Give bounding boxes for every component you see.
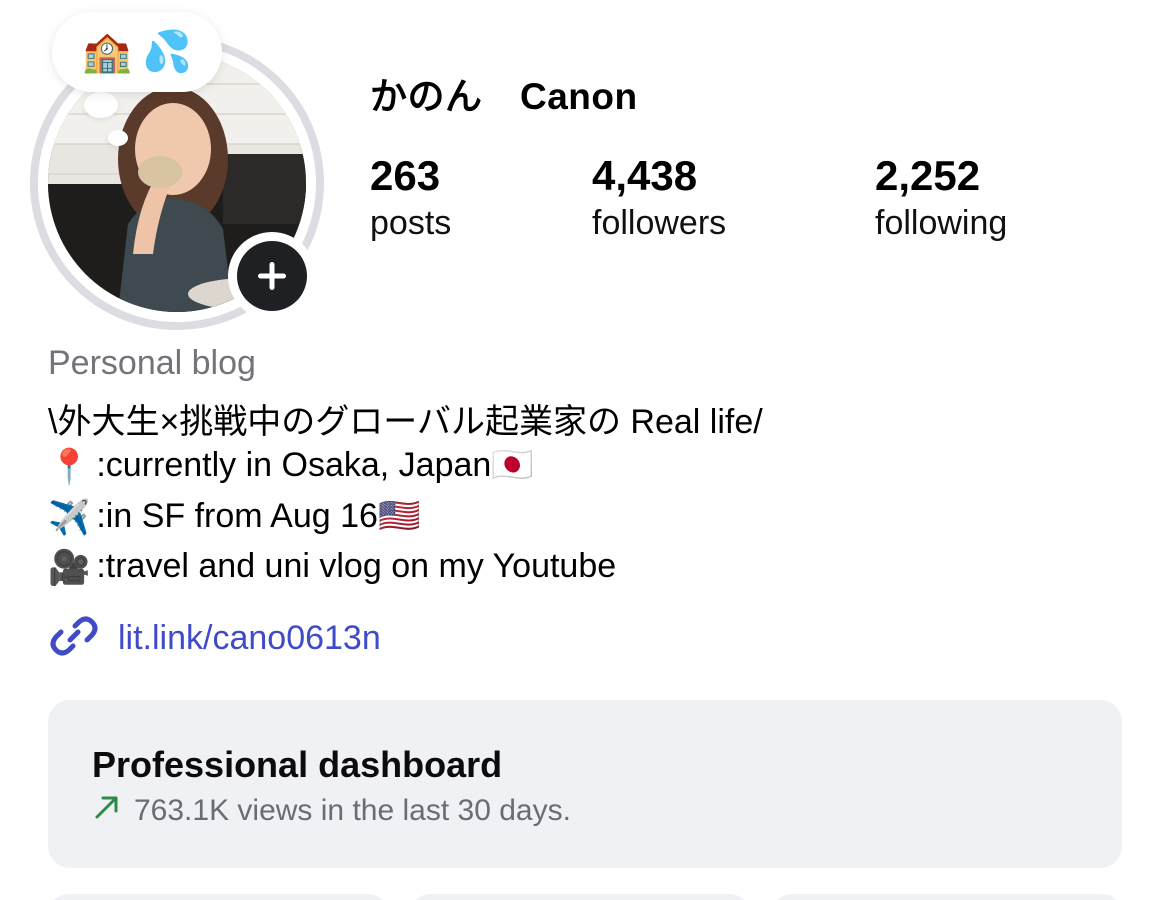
us-flag-icon: 🇺🇸: [377, 497, 421, 535]
dashboard-title: Professional dashboard: [92, 744, 503, 785]
following-label: following: [875, 204, 1008, 242]
bio-link[interactable]: lit.link/cano0613n: [48, 610, 381, 667]
pin-icon: 📍: [48, 448, 91, 487]
dashboard-subtitle-row: 763.1K views in the last 30 days.: [92, 792, 571, 830]
followers-label: followers: [592, 204, 727, 242]
link-icon: [48, 610, 100, 667]
bio-link-text[interactable]: lit.link/cano0613n: [118, 619, 381, 658]
stat-posts[interactable]: 263 posts: [370, 150, 451, 244]
share-profile-button[interactable]: [410, 894, 750, 900]
posts-count: 263: [370, 152, 441, 199]
stat-followers[interactable]: 4,438 followers: [592, 150, 726, 244]
note-bubble-tail-small: [108, 130, 128, 146]
note-bubble[interactable]: 🏫 💦: [52, 12, 222, 92]
trend-up-arrow-icon: [92, 792, 122, 830]
followers-count: 4,438: [592, 152, 698, 199]
dashboard-subtitle: 763.1K views in the last 30 days.: [134, 794, 571, 827]
bio-line-1: \外大生×挑戦中のグローバル起業家の Real life/: [48, 394, 763, 443]
profile-page: 🏫 💦 かのん Canon 263 posts 4,438 followers …: [0, 0, 1170, 900]
following-count: 2,252: [875, 152, 981, 199]
professional-dashboard-card[interactable]: Professional dashboard 763.1K views in t…: [48, 700, 1122, 868]
edit-profile-button[interactable]: [48, 894, 388, 900]
profile-category: Personal blog: [48, 344, 256, 382]
japan-flag-icon: 🇯🇵: [491, 446, 534, 484]
airplane-icon: ✈️: [48, 499, 91, 538]
bio-line-text: \外大生×挑戦中のグローバル起業家の Real life/: [48, 403, 763, 441]
stat-following[interactable]: 2,252 following: [875, 150, 1007, 244]
note-bubble-tail: [84, 92, 118, 118]
bio-line-3: ✈️:in SF from Aug 16🇺🇸: [48, 496, 420, 538]
sweat-drops-emoji-icon: 💦: [142, 30, 192, 74]
movie-camera-icon: 🎥: [48, 549, 91, 588]
bio-line-text: :currently in Osaka, Japan: [96, 446, 492, 484]
bio-line-2: 📍:currently in Osaka, Japan🇯🇵: [48, 445, 534, 487]
display-name: かのん Canon: [370, 76, 638, 117]
posts-label: posts: [370, 204, 452, 242]
bio-line-text: :travel and uni vlog on my Youtube: [96, 547, 617, 585]
school-emoji-icon: 🏫: [82, 30, 132, 74]
bio-line-text: :in SF from Aug 16: [96, 497, 378, 535]
add-story-button[interactable]: [228, 232, 316, 320]
bio-line-4: 🎥:travel and uni vlog on my Youtube: [48, 547, 616, 588]
contact-button[interactable]: [772, 894, 1122, 900]
plus-icon: [237, 241, 307, 311]
